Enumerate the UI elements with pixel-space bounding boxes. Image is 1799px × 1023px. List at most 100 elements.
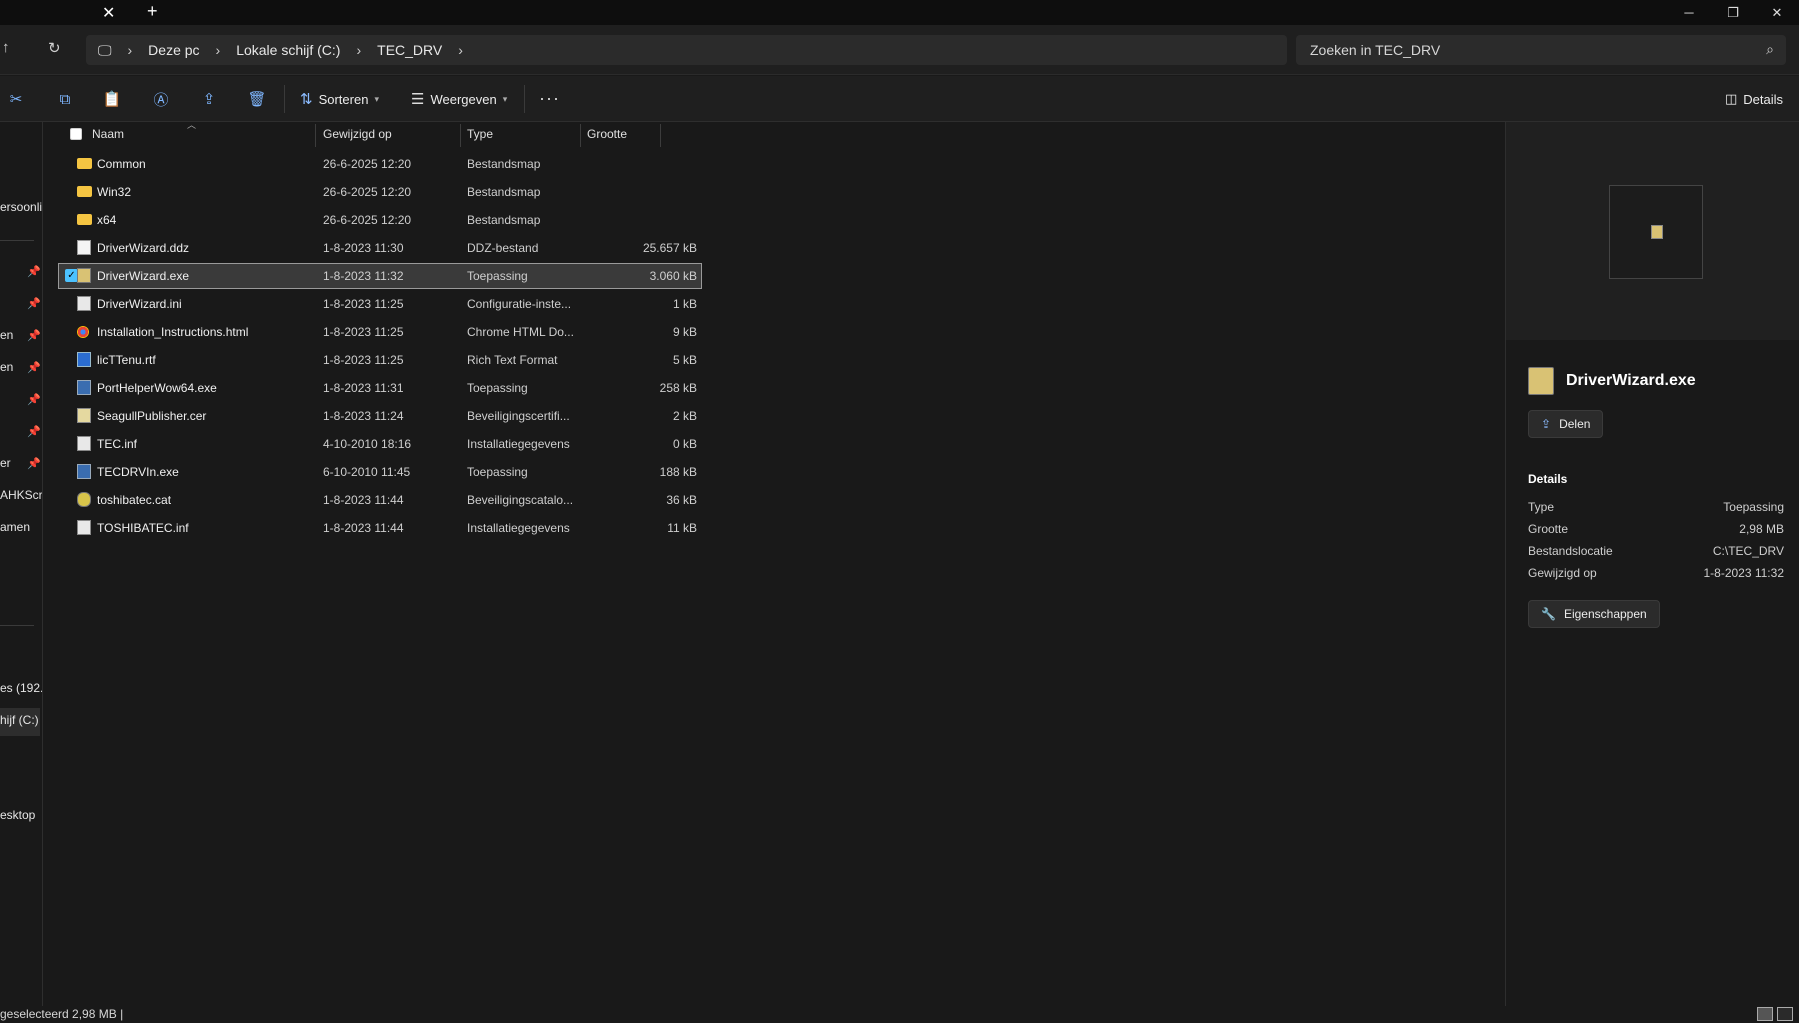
select-all-checkbox[interactable]	[70, 128, 82, 140]
up-arrow-icon[interactable]: ↑	[2, 39, 10, 56]
file-row[interactable]: TEC.inf 4-10-2010 18:16 Installatiegegeven…	[59, 432, 701, 456]
nav-item[interactable]: en	[0, 328, 13, 342]
chrome-icon	[77, 326, 89, 338]
file-row[interactable]: PortHelperWow64.exe 1-8-2023 11:31 Toepass…	[59, 376, 701, 400]
nav-item[interactable]: ersoonli	[0, 200, 42, 214]
file-type: Installatiegegevens	[467, 521, 570, 535]
breadcrumb-tec-drv[interactable]: TEC_DRV	[377, 42, 442, 58]
file-row[interactable]: toshibatec.cat 1-8-2023 11:44 Beveiligings…	[59, 488, 701, 512]
nav-item[interactable]: AHKScr	[0, 488, 42, 502]
breadcrumb-this-pc[interactable]: Deze pc	[148, 42, 199, 58]
address-bar[interactable]: 🖵 › Deze pc › Lokale schijf (C:) › TEC_D…	[86, 35, 1287, 65]
settings-file-icon	[77, 296, 91, 311]
view-switcher	[1757, 1007, 1793, 1021]
share-icon[interactable]: ⇪	[199, 89, 219, 109]
file-type: Bestandsmap	[467, 157, 541, 171]
pin-icon: 📌	[27, 394, 41, 406]
file-row[interactable]: TECDRVIn.exe 6-10-2010 11:45 Toepassing 188…	[59, 460, 701, 484]
restore-button[interactable]: ❐	[1709, 0, 1757, 25]
column-divider[interactable]	[660, 124, 661, 147]
file-row[interactable]: Win32 26-6-2025 12:20 Bestandsmap	[59, 180, 701, 204]
sort-button[interactable]: ⇅ Sorteren ▾	[300, 90, 379, 108]
share-button[interactable]: ⇪ Delen	[1528, 410, 1604, 438]
file-type: Bestandsmap	[467, 213, 541, 227]
file-row[interactable]: DriverWizard.ini 1-8-2023 11:25 Configurat…	[59, 292, 701, 316]
file-row[interactable]: ✓ DriverWizard.exe 1-8-2023 11:32 Toepassin…	[58, 263, 702, 289]
file-row[interactable]: DriverWizard.ddz 1-8-2023 11:30 DDZ-bestan…	[59, 236, 701, 260]
close-window-button[interactable]: ✕	[1753, 0, 1799, 25]
search-input[interactable]: Zoeken in TEC_DRV ⌕	[1296, 35, 1786, 65]
nav-item-network[interactable]: es (192.1	[0, 681, 42, 695]
pin-icon: 📌	[27, 362, 41, 374]
command-bar: ✂ ⧉ 📋 Ⓐ ⇪ 🗑 ⇅ Sorteren ▾ ☰ Weergeven ▾ ·…	[0, 76, 1799, 122]
file-type: Installatiegegevens	[467, 437, 570, 451]
details-toggle-label: Details	[1743, 91, 1783, 107]
search-placeholder: Zoeken in TEC_DRV	[1310, 42, 1441, 58]
search-icon[interactable]: ⌕	[1766, 41, 1774, 58]
folder-icon	[77, 186, 92, 197]
file-row[interactable]: SeagullPublisher.cer 1-8-2023 11:24 Beveil…	[59, 404, 701, 428]
details-pane-toggle[interactable]: ◫ Details	[1725, 91, 1783, 107]
file-name: x64	[97, 213, 117, 227]
tiles-view-icon[interactable]	[1777, 1007, 1793, 1021]
nav-item-desktop[interactable]: esktop	[0, 808, 35, 822]
chevron-right-icon[interactable]: ›	[356, 42, 361, 58]
delete-icon[interactable]: 🗑	[247, 89, 267, 109]
chevron-right-icon[interactable]: ›	[216, 42, 221, 58]
chevron-right-icon[interactable]: ›	[458, 42, 463, 58]
column-header-size[interactable]: Grootte	[587, 127, 627, 141]
file-size: 11 kB	[667, 521, 697, 535]
refresh-icon[interactable]: ↻	[48, 39, 61, 57]
column-header-name[interactable]: Naam	[92, 127, 124, 141]
paste-icon[interactable]: 📋	[102, 89, 122, 109]
column-header-modified[interactable]: Gewijzigd op	[323, 127, 392, 141]
wrench-icon: 🔧	[1541, 607, 1556, 621]
file-modified: 1-8-2023 11:25	[323, 325, 404, 339]
share-label: Delen	[1559, 417, 1591, 431]
column-divider[interactable]	[580, 124, 581, 147]
application-icon	[1528, 367, 1554, 395]
file-type: Beveiligingscertifi...	[467, 409, 570, 423]
file-row[interactable]: licTTenu.rtf 1-8-2023 11:25 Rich Text Form…	[59, 348, 701, 372]
details-section-title: Details	[1528, 472, 1568, 486]
view-button[interactable]: ☰ Weergeven ▾	[411, 90, 507, 108]
file-name: TECDRVIn.exe	[97, 465, 179, 479]
properties-button[interactable]: 🔧 Eigenschappen	[1528, 600, 1660, 628]
file-row[interactable]: x64 26-6-2025 12:20 Bestandsmap	[59, 208, 701, 232]
file-modified: 1-8-2023 11:25	[323, 353, 404, 367]
cut-icon[interactable]: ✂	[6, 89, 26, 109]
file-modified: 1-8-2023 11:25	[323, 297, 404, 311]
copy-icon[interactable]: ⧉	[55, 89, 75, 109]
settings-file-icon	[77, 436, 91, 451]
file-modified: 1-8-2023 11:44	[323, 521, 404, 535]
tab-close-icon[interactable]: ✕	[102, 3, 115, 23]
file-row[interactable]: Installation_Instructions.html 1-8-2023 1…	[59, 320, 701, 344]
minimize-button[interactable]: ─	[1665, 0, 1713, 25]
toolbar-divider	[524, 85, 525, 113]
column-header-type[interactable]: Type	[467, 127, 493, 141]
nav-item[interactable]: en	[0, 360, 13, 374]
new-tab-button[interactable]: +	[147, 1, 158, 22]
details-key: Bestandslocatie	[1528, 544, 1613, 558]
more-options-button[interactable]: ···	[539, 88, 560, 109]
title-bar: ✕ + ─ ❐ ✕	[0, 0, 1799, 25]
chevron-right-icon[interactable]: ›	[128, 42, 133, 58]
details-file-name: DriverWizard.exe	[1566, 372, 1696, 389]
file-name: PortHelperWow64.exe	[97, 381, 217, 395]
view-label: Weergeven	[430, 91, 497, 107]
computer-icon: 🖵	[98, 41, 112, 58]
file-name: TOSHIBATEC.inf	[97, 521, 189, 535]
nav-item[interactable]: amen	[0, 520, 30, 534]
file-row[interactable]: TOSHIBATEC.inf 1-8-2023 11:44 Installatieg…	[59, 516, 701, 540]
column-divider[interactable]	[315, 124, 316, 147]
details-view-icon[interactable]	[1757, 1007, 1773, 1021]
nav-item[interactable]: er	[0, 456, 11, 470]
breadcrumb-local-disk[interactable]: Lokale schijf (C:)	[236, 42, 340, 58]
column-divider[interactable]	[460, 124, 461, 147]
certificate-icon	[77, 408, 91, 423]
folder-icon	[77, 158, 92, 169]
rename-icon[interactable]: Ⓐ	[151, 89, 171, 109]
file-modified: 1-8-2023 11:44	[323, 493, 404, 507]
file-row[interactable]: Common 26-6-2025 12:20 Bestandsmap	[59, 152, 701, 176]
nav-item-local-disk[interactable]: hijf (C:)	[0, 713, 39, 727]
